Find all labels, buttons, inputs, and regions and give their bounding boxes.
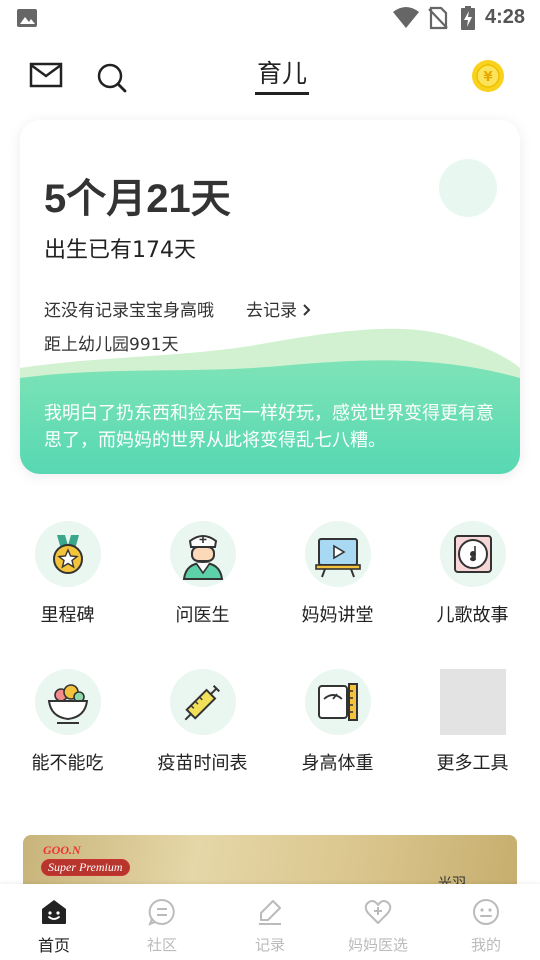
profile-icon xyxy=(473,899,499,925)
tool-songs-stories[interactable]: 儿歌故事 xyxy=(405,521,540,627)
tool-label: 妈妈讲堂 xyxy=(301,605,374,626)
more-tools-placeholder xyxy=(439,669,506,735)
tab-label: 妈妈医选 xyxy=(347,936,408,954)
title-underline xyxy=(255,92,309,95)
music-disc-icon xyxy=(453,535,492,573)
tab-profile[interactable]: 我的 xyxy=(432,884,540,960)
bottom-tab-bar: 首页 社区 记录 妈妈医选 我的 xyxy=(0,884,540,960)
edit-icon xyxy=(259,900,281,925)
no-sim-icon xyxy=(428,6,448,30)
scale-icon xyxy=(317,683,358,721)
nurse-icon xyxy=(182,535,223,580)
days-since-birth: 出生已有174天 xyxy=(44,238,196,263)
tool-ask-doctor[interactable]: 问医生 xyxy=(135,521,270,627)
tool-height-weight[interactable]: 身高体重 xyxy=(270,669,405,775)
image-notification-icon xyxy=(17,9,37,27)
tool-label: 儿歌故事 xyxy=(436,605,509,626)
tab-label: 我的 xyxy=(470,936,501,954)
community-icon xyxy=(148,898,175,926)
battery-charging-icon xyxy=(461,6,475,30)
page-title[interactable]: 育儿 xyxy=(254,54,310,90)
tab-label: 记录 xyxy=(254,936,285,954)
tab-mom-health[interactable]: 妈妈医选 xyxy=(324,884,432,960)
syringe-icon xyxy=(184,685,220,721)
chevron-right-icon xyxy=(303,304,311,316)
tab-community[interactable]: 社区 xyxy=(108,884,216,960)
tab-label: 社区 xyxy=(146,936,177,954)
tool-milestone[interactable]: 里程碑 xyxy=(0,521,135,627)
baby-info-card[interactable]: 5个月21天 出生已有174天 还没有记录宝宝身高哦 去记录 距上幼儿园991天… xyxy=(20,120,520,474)
tool-label: 能不能吃 xyxy=(31,753,104,774)
tool-more-tools[interactable]: 更多工具 xyxy=(405,669,540,775)
tool-label: 问医生 xyxy=(175,605,230,626)
health-heart-icon xyxy=(364,900,392,924)
svg-text:¥: ¥ xyxy=(483,70,492,85)
medal-icon xyxy=(52,535,83,574)
tool-can-eat[interactable]: 能不能吃 xyxy=(0,669,135,775)
tool-label: 里程碑 xyxy=(40,605,95,626)
baby-age: 5个月21天 xyxy=(44,177,231,221)
tool-label: 疫苗时间表 xyxy=(157,753,248,774)
wifi-icon xyxy=(393,7,419,28)
tool-label: 更多工具 xyxy=(436,753,509,774)
search-icon[interactable] xyxy=(96,62,128,94)
mail-icon[interactable] xyxy=(29,62,63,88)
avatar[interactable] xyxy=(439,159,497,217)
status-bar: 4:28 xyxy=(0,0,540,36)
banner-brand: GOO.N xyxy=(43,843,81,857)
tab-label: 首页 xyxy=(37,936,70,955)
video-board-icon xyxy=(314,538,361,578)
coin-icon[interactable]: ¥ xyxy=(471,59,505,93)
tool-label: 身高体重 xyxy=(301,753,374,774)
banner-subtitle: Super Premium xyxy=(41,859,130,876)
tool-mom-lecture[interactable]: 妈妈讲堂 xyxy=(270,521,405,627)
tab-record[interactable]: 记录 xyxy=(216,884,324,960)
development-quote: 我明白了扔东西和捡东西一样好玩，感觉世界变得更有意思了，而妈妈的世界从此将变得乱… xyxy=(44,403,494,451)
food-bowl-icon xyxy=(47,684,88,724)
tool-vaccine-schedule[interactable]: 疫苗时间表 xyxy=(135,669,270,775)
home-icon xyxy=(42,900,66,924)
status-time: 4:28 xyxy=(485,6,526,28)
header: 育儿 ¥ xyxy=(0,50,540,106)
tab-home[interactable]: 首页 xyxy=(0,884,108,960)
